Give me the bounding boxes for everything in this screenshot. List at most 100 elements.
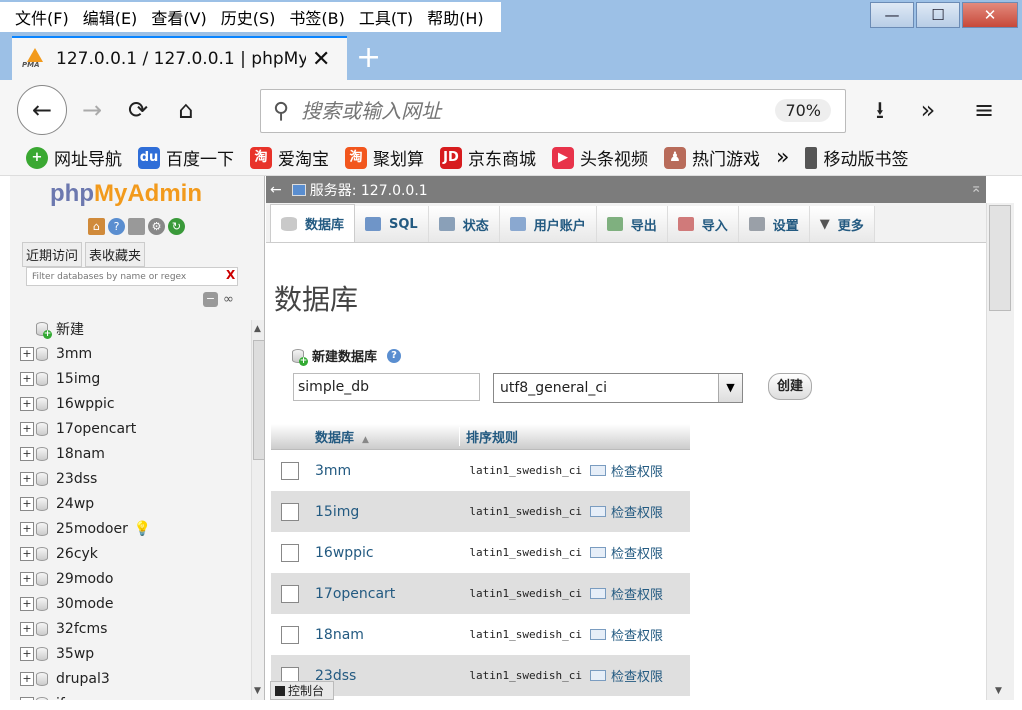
tree-new-database[interactable]: 新建 — [20, 316, 242, 341]
server-label[interactable]: 服务器: 127.0.0.1 — [310, 180, 428, 200]
bookmarks-overflow-button[interactable]: » — [776, 145, 789, 170]
collapse-top-menu-icon[interactable]: ⌅ — [970, 180, 982, 196]
bookmark-item[interactable]: ▶ 头条视频 — [552, 145, 648, 170]
url-bar[interactable]: ⚲ 70% — [260, 89, 846, 133]
tree-database-item[interactable]: +24wp — [20, 491, 242, 516]
expand-icon[interactable]: + — [20, 521, 34, 536]
scroll-down-icon[interactable]: ▼ — [995, 686, 1002, 696]
menu-edit[interactable]: 编辑(E) — [76, 5, 145, 29]
scroll-down-icon[interactable]: ▼ — [254, 686, 261, 696]
tree-database-item[interactable]: +15img — [20, 366, 242, 391]
create-database-button[interactable]: 创建 — [768, 373, 812, 400]
database-link[interactable]: 17opencart — [315, 586, 465, 602]
downloads-button[interactable]: ⭳ — [858, 88, 902, 132]
reload-button[interactable]: ⟳ — [116, 88, 160, 132]
expand-icon[interactable]: + — [20, 346, 34, 361]
row-checkbox[interactable] — [281, 584, 299, 603]
expand-icon[interactable]: + — [20, 396, 34, 411]
tree-database-item[interactable]: +29modo — [20, 566, 242, 591]
menu-view[interactable]: 查看(V) — [144, 5, 213, 29]
database-link[interactable]: 15img — [315, 504, 465, 520]
navigation-scrollbar[interactable]: ▲ ▼ — [251, 320, 264, 700]
minimize-button[interactable]: — — [870, 2, 914, 28]
clear-filter-icon[interactable]: X — [226, 268, 235, 282]
tab-sql[interactable]: SQL — [355, 206, 429, 242]
menu-bookmarks[interactable]: 书签(B) — [282, 5, 351, 29]
expand-icon[interactable]: + — [20, 671, 34, 686]
expand-icon[interactable]: + — [20, 621, 34, 636]
toolbar-overflow-button[interactable]: » — [906, 88, 950, 132]
tree-database-item[interactable]: +32fcms — [20, 616, 242, 641]
tree-database-item[interactable]: +17opencart — [20, 416, 242, 441]
expand-icon[interactable]: + — [20, 571, 34, 586]
tree-database-item[interactable]: + drupal3 — [20, 666, 242, 691]
expand-icon[interactable]: + — [20, 596, 34, 611]
expand-icon[interactable]: + — [20, 421, 34, 436]
database-name-input[interactable] — [293, 373, 480, 401]
expand-icon[interactable]: + — [20, 496, 34, 511]
tab-phpmyadmin[interactable]: PMA 127.0.0.1 / 127.0.0.1 | phpMyAdmin ✕ — [12, 36, 347, 80]
favorites-tab[interactable]: 表收藏夹 — [85, 242, 146, 267]
database-link[interactable]: 23dss — [315, 668, 465, 684]
console-toggle[interactable]: 控制台 — [270, 681, 334, 700]
database-link[interactable]: 18nam — [315, 627, 465, 643]
expand-icon[interactable]: + — [20, 446, 34, 461]
expand-icon[interactable]: + — [20, 696, 34, 700]
tree-database-item[interactable]: +18nam — [20, 441, 242, 466]
tree-database-item[interactable]: +30mode — [20, 591, 242, 616]
docs-icon[interactable] — [128, 218, 145, 235]
expand-icon[interactable]: + — [20, 371, 34, 386]
row-checkbox[interactable] — [281, 625, 299, 644]
link-with-main-panel-icon[interactable]: ∞ — [223, 292, 234, 307]
row-checkbox[interactable] — [281, 461, 299, 480]
bookmark-item[interactable]: 淘聚划算 — [345, 145, 424, 170]
menu-help[interactable]: 帮助(H) — [420, 5, 491, 29]
scrollbar-thumb[interactable] — [989, 205, 1011, 311]
database-link[interactable]: 16wppic — [315, 545, 465, 561]
tree-database-item[interactable]: +16wppic — [20, 391, 242, 416]
tree-database-item[interactable]: +23dss — [20, 466, 242, 491]
zoom-level-badge[interactable]: 70% — [775, 99, 831, 122]
check-privileges-link[interactable]: 检查权限 — [590, 584, 663, 603]
column-header-database[interactable]: 数据库 ▲ — [309, 427, 459, 446]
url-input[interactable] — [301, 99, 742, 123]
expand-icon[interactable]: + — [20, 646, 34, 661]
maximize-button[interactable]: ☐ — [916, 2, 960, 28]
tab-databases[interactable]: 数据库 — [270, 204, 356, 242]
collapse-navigation-icon[interactable]: ← — [270, 182, 282, 198]
bookmark-item[interactable]: 淘爱淘宝 — [250, 145, 329, 170]
tab-import[interactable]: 导入 — [667, 206, 739, 242]
forward-button[interactable]: → — [70, 88, 114, 132]
menu-file[interactable]: 文件(F) — [8, 5, 76, 29]
settings-icon[interactable]: ⚙ — [148, 218, 165, 235]
database-link[interactable]: 3mm — [315, 463, 465, 479]
check-privileges-link[interactable]: 检查权限 — [590, 666, 663, 685]
mobile-bookmarks[interactable]: 移动版书签 — [805, 145, 908, 170]
collation-select[interactable]: utf8_general_ci ▼ — [493, 373, 743, 403]
scrollbar-thumb[interactable] — [253, 340, 264, 460]
menu-tools[interactable]: 工具(T) — [352, 5, 420, 29]
tab-status[interactable]: 状态 — [428, 206, 500, 242]
row-checkbox[interactable] — [281, 543, 299, 562]
database-filter-input[interactable] — [26, 267, 238, 286]
scroll-up-icon[interactable]: ▲ — [254, 324, 261, 334]
expand-icon[interactable]: + — [20, 471, 34, 486]
tree-database-item[interactable]: +35wp — [20, 641, 242, 666]
tab-settings[interactable]: 设置 — [738, 206, 810, 242]
tree-database-item[interactable]: +3mm — [20, 341, 242, 366]
tree-database-item[interactable]: +25modoer 💡 — [20, 516, 242, 541]
home-button[interactable]: ⌂ — [164, 88, 208, 132]
bookmark-item[interactable]: JD 京东商城 — [440, 145, 536, 170]
bookmark-item[interactable]: ♟ 热门游戏 — [664, 145, 760, 170]
tree-database-item[interactable]: +ifang — [20, 691, 242, 700]
new-tab-button[interactable]: + — [356, 40, 381, 75]
bookmark-item[interactable]: du 百度一下 — [138, 145, 234, 170]
tree-database-item[interactable]: +26cyk — [20, 541, 242, 566]
bookmark-item[interactable]: + 网址导航 — [26, 145, 122, 170]
close-window-button[interactable]: ✕ — [962, 2, 1018, 28]
expand-icon[interactable]: + — [20, 546, 34, 561]
recent-tab[interactable]: 近期访问 — [22, 242, 83, 267]
column-header-collation[interactable]: 排序规则 — [459, 427, 599, 446]
lightbulb-icon[interactable]: 💡 — [134, 521, 151, 537]
menu-history[interactable]: 历史(S) — [214, 5, 283, 29]
